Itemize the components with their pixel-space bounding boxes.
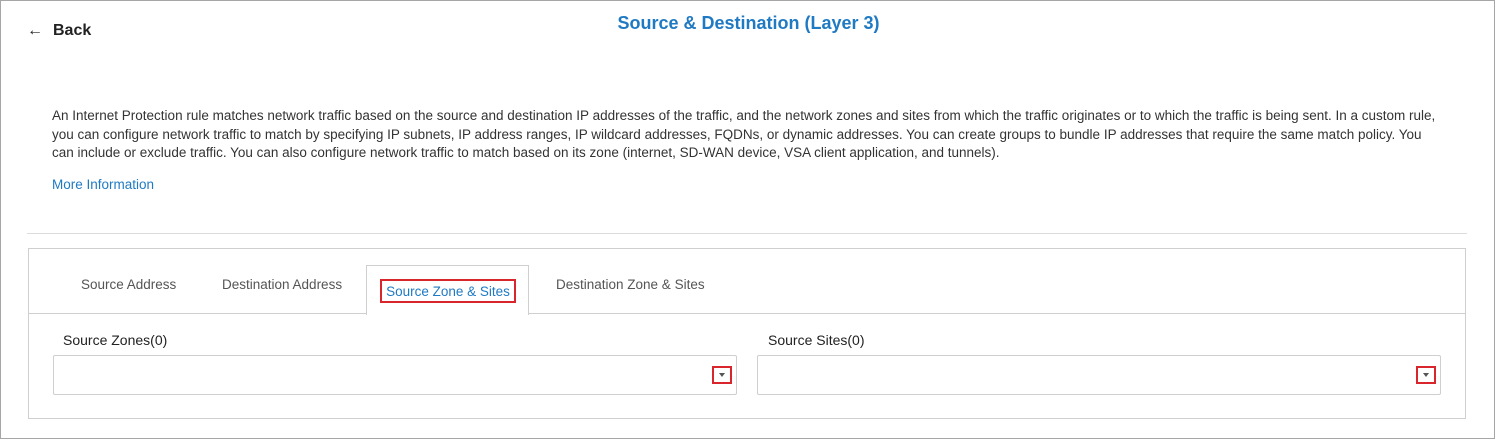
source-sites-dropdown-button[interactable] — [1416, 366, 1436, 384]
source-sites-label: Source Sites(0) — [768, 332, 865, 348]
chevron-down-icon — [1423, 373, 1429, 377]
source-zones-select[interactable] — [53, 355, 737, 395]
tab-source-address[interactable]: Source Address — [81, 277, 176, 292]
page-title: Source & Destination (Layer 3) — [617, 13, 880, 33]
tab-source-zone-sites[interactable]: Source Zone & Sites — [366, 265, 529, 315]
more-information-link[interactable]: More Information — [52, 177, 154, 192]
chevron-down-icon — [719, 373, 725, 377]
description-text: An Internet Protection rule matches netw… — [52, 108, 1436, 160]
source-zones-dropdown-button[interactable] — [712, 366, 732, 384]
source-zones-label: Source Zones(0) — [63, 332, 168, 348]
zone-sites-panel: Source Address Destination Address Sourc… — [28, 248, 1466, 419]
tab-strip: Source Address Destination Address Sourc… — [29, 249, 1465, 315]
source-sites-select[interactable] — [757, 355, 1441, 395]
page-frame: ← Back Source & Destination (Layer 3) An… — [0, 0, 1495, 439]
tab-source-zone-sites-label: Source Zone & Sites — [380, 279, 516, 303]
divider — [27, 233, 1467, 234]
tab-destination-zone-sites[interactable]: Destination Zone & Sites — [556, 277, 705, 292]
tab-destination-address[interactable]: Destination Address — [222, 277, 342, 292]
